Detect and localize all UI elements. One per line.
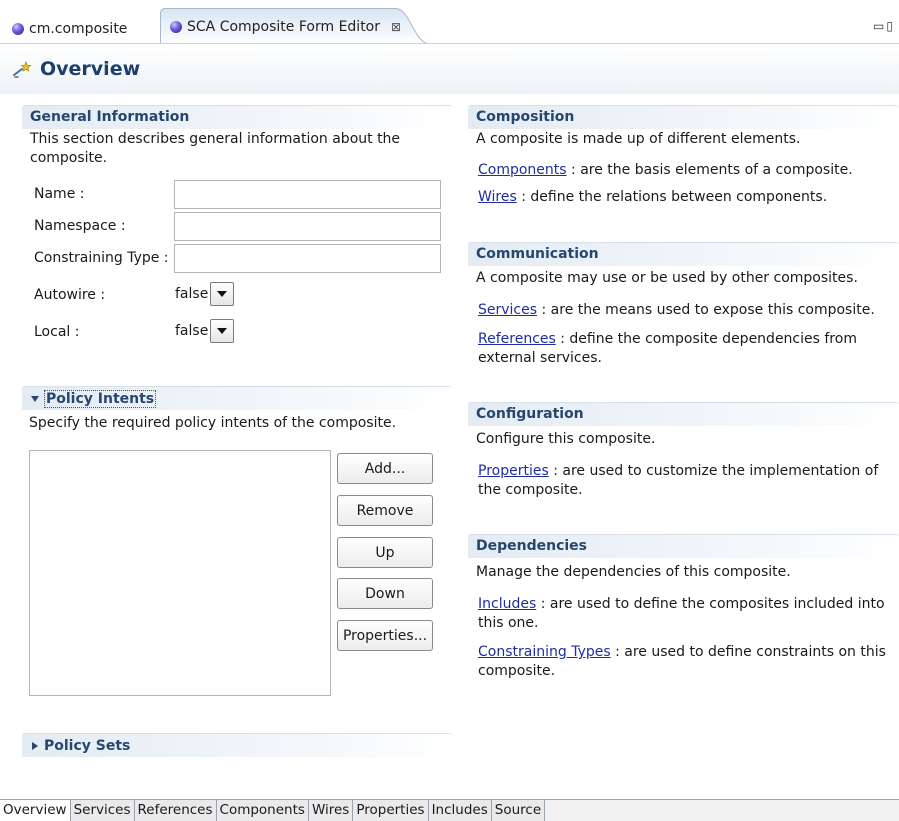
tab-label: cm.composite <box>29 21 128 37</box>
general-description: This section describes general informati… <box>30 131 401 166</box>
policy-intents-list[interactable] <box>29 450 331 696</box>
editor-tab-strip: cm.composite SCA Composite Form Editor ⊠… <box>0 0 899 44</box>
services-line: Services : are the means used to expose … <box>478 302 875 318</box>
includes-text: : are used to define the composites incl… <box>478 596 885 631</box>
name-field[interactable] <box>174 180 441 209</box>
overview-wand-icon <box>13 60 32 78</box>
close-tab-icon[interactable]: ⊠ <box>391 20 401 34</box>
properties-button[interactable]: Properties... <box>337 620 433 651</box>
section-title: Communication <box>476 246 599 262</box>
page-tab-overview[interactable]: Overview <box>0 800 71 821</box>
references-link[interactable]: References <box>478 331 556 347</box>
wires-link[interactable]: Wires <box>478 189 517 205</box>
constraining-types-link[interactable]: Constraining Types <box>478 644 611 660</box>
constraining-type-field[interactable] <box>174 244 441 273</box>
policy-intents-title-wrap: Policy Intents <box>31 390 157 408</box>
tab-label: SCA Composite Form Editor <box>187 19 381 35</box>
section-title: Composition <box>476 109 575 125</box>
autowire-value: false <box>175 286 209 302</box>
page-tab-services[interactable]: Services <box>70 800 135 821</box>
page-tab-source[interactable]: Source <box>491 800 546 821</box>
section-title: General Information <box>30 109 190 125</box>
general-information-header: General Information <box>22 105 452 129</box>
collapsed-twisty-icon[interactable] <box>32 742 38 750</box>
expanded-twisty-icon[interactable] <box>31 396 39 402</box>
wires-text: : define the relations between component… <box>516 189 828 205</box>
minimize-maximize-icon[interactable]: ▭▯ <box>873 19 895 33</box>
autowire-select[interactable]: false <box>175 279 235 309</box>
page-tab-components[interactable]: Components <box>216 800 309 821</box>
section-title: Dependencies <box>476 538 588 554</box>
down-button[interactable]: Down <box>337 578 433 609</box>
section-title[interactable]: Policy Intents <box>44 390 157 408</box>
tab-sca-composite-form-editor[interactable]: SCA Composite Form Editor ⊠ <box>160 8 430 44</box>
composition-description: A composite is made up of different elem… <box>476 131 801 147</box>
up-button[interactable]: Up <box>337 537 433 568</box>
references-line: References : define the composite depend… <box>478 330 890 368</box>
components-line: Components : are the basis elements of a… <box>478 162 853 178</box>
policy-intents-header[interactable]: Policy Intents <box>22 386 452 410</box>
configuration-description: Configure this composite. <box>476 431 656 447</box>
local-select[interactable]: false <box>175 316 235 346</box>
services-text: : are the means used to expose this comp… <box>537 302 875 318</box>
services-link[interactable]: Services <box>478 302 537 318</box>
policy-sets-header[interactable]: Policy Sets <box>22 733 452 757</box>
form-header: Overview <box>0 44 899 94</box>
namespace-field[interactable] <box>174 212 441 241</box>
composite-editor-icon <box>170 21 182 33</box>
wires-line: Wires : define the relations between com… <box>478 189 827 205</box>
section-title[interactable]: Policy Sets <box>44 738 130 754</box>
components-link[interactable]: Components <box>478 162 567 178</box>
chevron-down-icon[interactable] <box>210 282 235 306</box>
remove-button[interactable]: Remove <box>337 495 433 526</box>
page-tab-bar: Overview Services References Components … <box>0 799 899 821</box>
constraining-type-label: Constraining Type : <box>34 250 169 266</box>
page-tab-wires[interactable]: Wires <box>308 800 354 821</box>
policy-intents-description: Specify the required policy intents of t… <box>29 415 397 431</box>
section-title: Configuration <box>476 406 584 422</box>
communication-header: Communication <box>468 242 899 266</box>
page-tab-properties[interactable]: Properties <box>353 800 429 821</box>
dependencies-header: Dependencies <box>468 534 899 558</box>
page-title: Overview <box>40 58 141 80</box>
dependencies-description: Manage the dependencies of this composit… <box>476 564 791 580</box>
composition-header: Composition <box>468 105 899 129</box>
page-tab-references[interactable]: References <box>134 800 217 821</box>
add-button[interactable]: Add... <box>337 453 433 484</box>
tab-cm-composite[interactable]: cm.composite <box>0 14 139 44</box>
policy-sets-title-wrap: Policy Sets <box>32 738 130 754</box>
name-label: Name : <box>34 186 85 202</box>
communication-description: A composite may use or be used by other … <box>476 270 858 286</box>
local-label: Local : <box>34 324 80 340</box>
includes-line: Includes : are used to define the compos… <box>478 595 892 633</box>
page-tab-includes[interactable]: Includes <box>428 800 492 821</box>
autowire-label: Autowire : <box>34 287 106 303</box>
composite-file-icon <box>12 23 24 35</box>
configuration-header: Configuration <box>468 402 899 426</box>
properties-line: Properties : are used to customize the i… <box>478 462 894 500</box>
namespace-label: Namespace : <box>34 218 126 234</box>
components-text: : are the basis elements of a composite. <box>566 162 853 178</box>
local-value: false <box>175 323 209 339</box>
chevron-down-icon[interactable] <box>210 319 235 343</box>
includes-link[interactable]: Includes <box>478 596 536 612</box>
constraining-types-line: Constraining Types : are used to define … <box>478 643 892 681</box>
properties-link[interactable]: Properties <box>478 463 549 479</box>
